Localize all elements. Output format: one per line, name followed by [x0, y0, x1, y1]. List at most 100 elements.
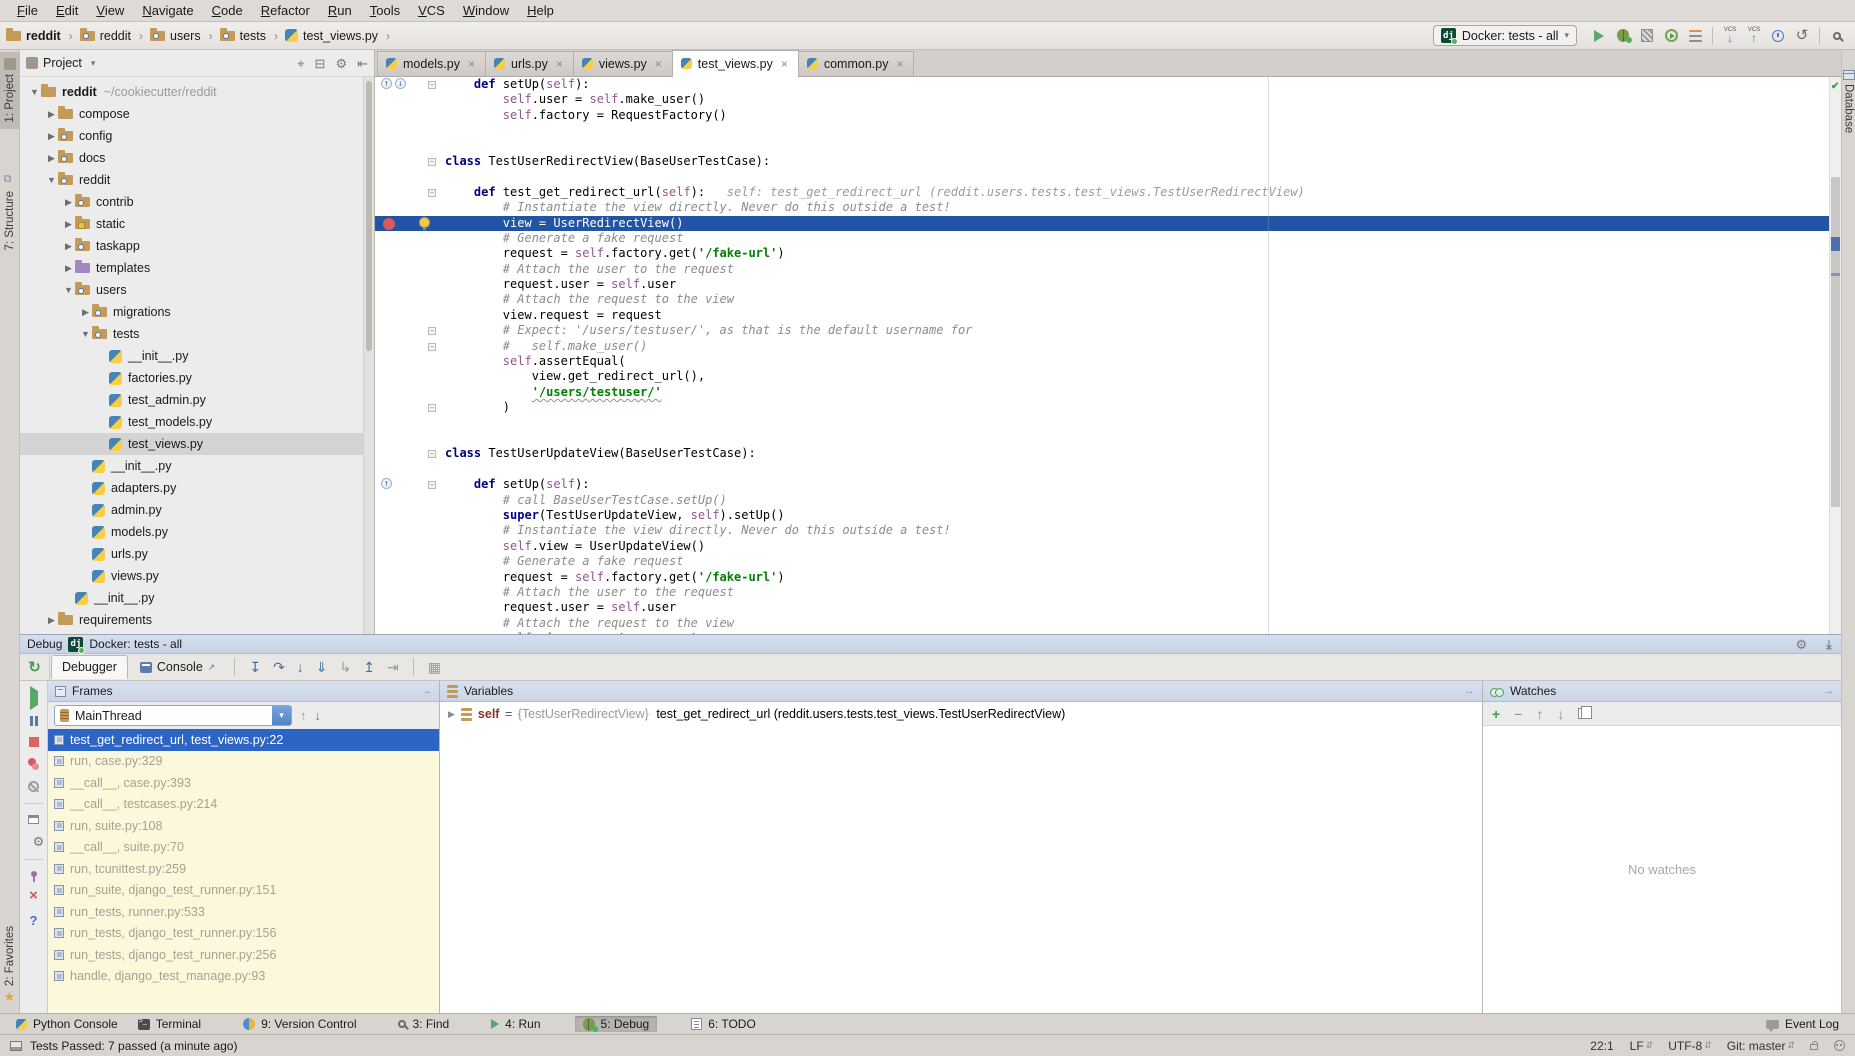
tree-expand-icon[interactable]: ▼ [28, 87, 41, 97]
code-line[interactable]: '/users/testuser/' [375, 385, 1829, 400]
editor-tab[interactable]: urls.py × [485, 51, 574, 76]
restore-layout-button[interactable] [28, 815, 39, 824]
float-panel-icon[interactable]: → [1464, 685, 1475, 697]
editor-gutter[interactable] [375, 277, 439, 292]
close-tab-icon[interactable]: × [468, 57, 475, 71]
stop-button[interactable] [29, 737, 39, 747]
code-line[interactable]: − class TestUserUpdateView(BaseUserTestC… [375, 446, 1829, 461]
stack-frame-row[interactable]: run, tcunittest.py:259 [48, 858, 439, 880]
editor-gutter[interactable] [375, 416, 439, 431]
remove-watch-icon[interactable]: − [1514, 707, 1522, 721]
project-scrollbar[interactable] [363, 77, 374, 634]
debug-settings-icon[interactable]: ⚙ [1795, 638, 1807, 651]
editor-gutter[interactable] [375, 570, 439, 585]
event-log-button[interactable]: Event Log [1758, 1016, 1847, 1032]
tree-expand-icon[interactable]: ▶ [79, 307, 92, 318]
project-tree-item[interactable]: ▼ tests [20, 323, 374, 345]
code-line[interactable]: ↑− def setUp(self): [375, 477, 1829, 492]
debug-button[interactable] [1611, 25, 1635, 47]
force-step-into-icon[interactable]: ⇓ [316, 660, 328, 674]
code-line[interactable]: request = self.factory.get('/fake-url') [375, 570, 1829, 585]
editor-gutter[interactable]: − [375, 154, 439, 169]
search-everywhere-button[interactable] [1825, 25, 1849, 47]
close-debug-session-icon[interactable]: × [29, 888, 38, 903]
tree-expand-icon[interactable]: ▶ [45, 615, 58, 626]
menu-item[interactable]: Tools [361, 1, 409, 20]
code-editor[interactable]: ↑↓− def setUp(self): self.user = self.ma… [375, 77, 1829, 634]
float-panel-icon[interactable]: → [1823, 685, 1834, 697]
project-tree-item[interactable]: ▶ templates [20, 257, 374, 279]
tree-expand-icon[interactable]: ▶ [45, 109, 58, 120]
rerun-button[interactable]: ↻ [20, 654, 50, 680]
tree-expand-icon[interactable]: ▶ [62, 219, 75, 230]
editor-gutter[interactable] [375, 431, 439, 446]
editor-gutter[interactable] [375, 308, 439, 323]
step-out-icon[interactable]: ↥ [363, 660, 375, 674]
project-tree-item[interactable]: __init__.py [20, 345, 374, 367]
code-line[interactable]: # call BaseUserTestCase.setUp() [375, 493, 1829, 508]
project-view-select[interactable]: Project ▾ [26, 56, 95, 70]
coverage-button[interactable] [1635, 25, 1659, 47]
project-tree-item[interactable]: test_models.py [20, 411, 374, 433]
editor-gutter[interactable]: ↑↓− [375, 77, 439, 92]
editor-gutter[interactable] [375, 493, 439, 508]
step-over-icon[interactable]: ↷ [273, 660, 285, 674]
editor-gutter[interactable] [375, 169, 439, 184]
step-into-icon[interactable]: ↓ [297, 660, 304, 674]
locate-file-icon[interactable]: ⌖ [297, 57, 304, 70]
stack-frame-row[interactable]: handle, django_test_manage.py:93 [48, 966, 439, 988]
code-line[interactable]: − def test_get_redirect_url(self): self:… [375, 185, 1829, 200]
tool-window-button[interactable]: Terminal [130, 1016, 209, 1032]
project-tree-item[interactable]: __init__.py [20, 455, 374, 477]
editor-gutter[interactable] [375, 554, 439, 569]
stack-frame-row[interactable]: run, case.py:329 [48, 751, 439, 773]
hide-debug-panel-icon[interactable]: ⇤ [1822, 639, 1835, 650]
project-tree-item[interactable]: adapters.py [20, 477, 374, 499]
project-tree-item[interactable]: ▶ taskapp [20, 235, 374, 257]
code-line[interactable]: # Attach the user to the request [375, 585, 1829, 600]
project-tree-item[interactable]: ▶ config [20, 125, 374, 147]
thread-select-arrow[interactable]: ▾ [272, 706, 291, 725]
tree-expand-icon[interactable]: ▼ [62, 285, 75, 295]
vcs-commit-button[interactable]: VCS↑ [1742, 25, 1766, 47]
thread-select[interactable]: MainThread ▾ [54, 705, 292, 726]
editor-scrollbar[interactable]: ✔ [1829, 77, 1841, 634]
caret-position[interactable]: 22:1 [1590, 1039, 1613, 1053]
code-line[interactable]: − ) [375, 400, 1829, 415]
tree-expand-icon[interactable]: ▶ [62, 241, 75, 252]
highlighting-level-icon[interactable] [1834, 1040, 1845, 1051]
breakpoint-icon[interactable] [383, 218, 395, 230]
run-button[interactable] [1587, 25, 1611, 47]
project-tree-item[interactable]: views.py [20, 565, 374, 587]
code-line[interactable]: view.get_redirect_url(), [375, 369, 1829, 384]
code-line[interactable]: # Instantiate the view directly. Never d… [375, 523, 1829, 538]
project-tree-item[interactable]: ▶ requirements [20, 609, 374, 631]
view-breakpoints-button[interactable] [28, 758, 40, 770]
project-tree-item[interactable]: urls.py [20, 543, 374, 565]
code-line[interactable]: − class TestUserRedirectView(BaseUserTes… [375, 154, 1829, 169]
editor-gutter[interactable] [375, 246, 439, 261]
overrides-method-icon[interactable]: ↑ [381, 78, 392, 89]
code-line[interactable]: # Attach the request to the view [375, 616, 1829, 631]
editor-gutter[interactable] [375, 600, 439, 615]
code-line[interactable]: # Generate a fake request [375, 554, 1829, 569]
tree-expand-icon[interactable]: ▼ [79, 329, 92, 339]
code-line[interactable]: request = self.factory.get('/fake-url') [375, 246, 1829, 261]
tree-expand-icon[interactable]: ▶ [62, 197, 75, 208]
code-line[interactable]: super(TestUserUpdateView, self).setUp() [375, 508, 1829, 523]
editor-gutter[interactable] [375, 139, 439, 154]
editor-gutter[interactable] [375, 123, 439, 138]
menu-item[interactable]: Run [319, 1, 361, 20]
editor-gutter[interactable] [375, 585, 439, 600]
fold-region-icon[interactable]: − [428, 343, 436, 351]
show-execution-point-icon[interactable]: ↧ [249, 660, 261, 674]
project-tree-item[interactable]: ▶ migrations [20, 301, 374, 323]
collapse-all-icon[interactable]: ⊟ [315, 57, 326, 70]
tool-window-button[interactable]: 9: Version Control [235, 1016, 364, 1032]
stack-frame-row[interactable]: run_suite, django_test_runner.py:151 [48, 880, 439, 902]
editor-gutter[interactable]: − [375, 446, 439, 461]
editor-gutter[interactable]: − [375, 400, 439, 415]
menu-item[interactable]: Navigate [133, 1, 202, 20]
breadcrumb-item[interactable]: reddit › [80, 29, 146, 43]
pause-button[interactable] [30, 716, 38, 726]
